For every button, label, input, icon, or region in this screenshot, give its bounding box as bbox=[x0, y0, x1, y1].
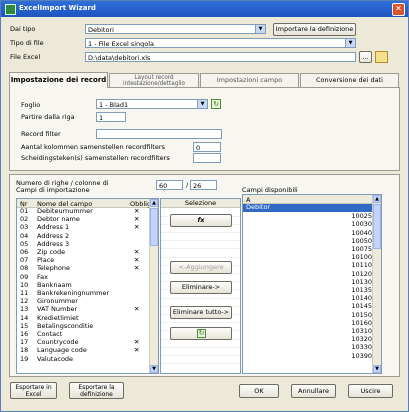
tab-impostazioni-campo[interactable]: Impostazioni campo bbox=[200, 73, 299, 87]
field-nr: 18 bbox=[20, 346, 29, 355]
tipo-di-file-label: Tipo di file bbox=[10, 39, 44, 47]
campi-disponibili-label: Campi disponibili bbox=[242, 186, 298, 194]
list-item[interactable]: 10330 bbox=[243, 344, 375, 352]
list-item[interactable]: Debitor bbox=[243, 203, 375, 212]
record-filter-label: Record filter bbox=[21, 130, 61, 138]
foglio-value: 1 - Blad1 bbox=[99, 101, 129, 109]
required-mark: ✕ bbox=[134, 264, 140, 273]
fields-scrollbar[interactable]: ▲ ▼ bbox=[149, 199, 158, 373]
wizard-window: ExcelImport Wizard ✕ Dai tipo Debitori ▼… bbox=[0, 0, 409, 412]
tipo-di-file-value: 1 - File Excel singola bbox=[88, 40, 155, 48]
partire-value: 1 bbox=[99, 114, 104, 122]
file-excel-label: File Excel bbox=[10, 53, 41, 61]
required-mark: ✕ bbox=[134, 305, 140, 314]
import-fields-list[interactable]: Nr Nome del campo Obblig 01 Debiteurnumme… bbox=[16, 198, 159, 374]
field-nr: 08 bbox=[20, 264, 29, 273]
cols-count-field[interactable]: 26 bbox=[190, 180, 217, 190]
available-rows: Debitor 10025 10030 10040 10050 10075 10100 101… bbox=[243, 203, 375, 373]
aggiungere-button[interactable]: <-Aggiungere bbox=[170, 261, 232, 274]
scheiding-label: Scheidingsteken(s) samenstellen recordfi… bbox=[21, 154, 170, 162]
eliminare-button[interactable]: Eliminare-> bbox=[170, 281, 232, 294]
mapping-panel: Numero di righe / colonne di Campi di im… bbox=[9, 174, 400, 377]
available-fields-list[interactable]: A Debitor 10025 10030 10040 10050 10075 10100 1… bbox=[242, 194, 382, 374]
scroll-up-icon[interactable]: ▲ bbox=[373, 195, 381, 203]
tab-conversione-dati[interactable]: Conversione dei dati bbox=[300, 73, 399, 87]
chevron-down-icon: ▼ bbox=[345, 39, 355, 47]
ok-button[interactable]: OK bbox=[239, 384, 279, 398]
chevron-down-icon: ▼ bbox=[255, 25, 265, 33]
chevron-down-icon: ▼ bbox=[197, 100, 207, 108]
list-item[interactable]: 10390 bbox=[243, 352, 375, 361]
count-separator: / bbox=[186, 181, 189, 189]
required-mark: ✕ bbox=[134, 223, 140, 232]
selezione-cell[interactable] bbox=[161, 356, 240, 365]
esportare-definizione-button[interactable]: Esportare la definizione bbox=[69, 382, 124, 399]
dai-tipo-label: Dai tipo bbox=[10, 25, 36, 33]
eliminare-tutto-button[interactable]: Eliminare tutto-> bbox=[170, 306, 232, 319]
tab-impostazione-record[interactable]: Impostazione dei record bbox=[9, 72, 108, 88]
record-filter-field[interactable] bbox=[96, 129, 222, 139]
field-name: Telephone bbox=[37, 264, 71, 273]
refresh-icon[interactable]: ↻ bbox=[211, 99, 221, 109]
field-name: VAT Number bbox=[37, 305, 78, 314]
foglio-label: Foglio bbox=[21, 101, 41, 109]
scroll-thumb[interactable] bbox=[150, 208, 158, 246]
foglio-select[interactable]: 1 - Blad1 ▼ bbox=[96, 99, 208, 109]
table-row[interactable]: 13 VAT Number ✕ bbox=[17, 306, 152, 314]
aantal-label: Aantal kolommen samenstellen recordfilte… bbox=[21, 143, 165, 151]
table-row[interactable]: 18 Language code ✕ bbox=[17, 347, 152, 355]
list-item[interactable]: 10030 bbox=[243, 221, 375, 229]
browse-button[interactable]: … bbox=[359, 51, 372, 63]
importare-definizione-button[interactable]: Importare la definizione bbox=[273, 23, 356, 36]
field-name: Address 1 bbox=[37, 223, 70, 232]
table-row[interactable]: 03 Address 1 ✕ bbox=[17, 224, 152, 232]
refresh-button[interactable]: ↻ bbox=[170, 327, 232, 340]
fx-icon: fx bbox=[197, 216, 205, 224]
field-nr: 13 bbox=[20, 305, 29, 314]
table-row[interactable]: 19 Valutacode bbox=[17, 354, 152, 364]
rows-count-value: 60 bbox=[159, 182, 168, 190]
dai-tipo-value: Debitori bbox=[88, 26, 114, 34]
scroll-up-icon[interactable]: ▲ bbox=[150, 199, 158, 207]
refresh-icon: ↻ bbox=[197, 329, 206, 338]
field-name: Valutacode bbox=[37, 354, 74, 363]
rows-count-field[interactable]: 60 bbox=[156, 180, 183, 190]
aantal-value: 0 bbox=[196, 144, 201, 152]
aantal-field[interactable]: 0 bbox=[193, 142, 221, 152]
list-item[interactable]: 10110 bbox=[243, 262, 375, 270]
close-icon[interactable]: ✕ bbox=[392, 3, 405, 16]
required-mark: ✕ bbox=[134, 346, 140, 355]
tipo-di-file-select[interactable]: 1 - File Excel singola ▼ bbox=[85, 38, 356, 48]
record-settings-panel: Foglio 1 - Blad1 ▼ ↻ Partire dalla riga … bbox=[9, 87, 400, 171]
dai-tipo-select[interactable]: Debitori ▼ bbox=[85, 24, 266, 34]
field-nr: 03 bbox=[20, 223, 29, 232]
import-fields-rows: 01 Debiteurnummer ✕ 02 Debtor name ✕ 03 Address… bbox=[17, 207, 152, 373]
partire-label: Partire dalla riga bbox=[21, 113, 75, 121]
uscire-button[interactable]: Uscire bbox=[348, 384, 393, 398]
scroll-down-icon[interactable]: ▼ bbox=[373, 365, 381, 373]
table-row[interactable]: 08 Telephone ✕ bbox=[17, 265, 152, 273]
file-excel-field[interactable]: D:\data\debitori.xls bbox=[85, 52, 356, 62]
annullare-button[interactable]: Annullare bbox=[291, 384, 336, 398]
esportare-excel-button[interactable]: Esportare in Excel bbox=[10, 382, 57, 399]
available-scrollbar[interactable]: ▲ ▼ bbox=[372, 195, 381, 373]
formula-button[interactable]: fx bbox=[170, 214, 232, 227]
field-name: Language code bbox=[37, 346, 87, 355]
folder-icon[interactable] bbox=[375, 51, 388, 63]
campi-importazione-label: Campi di importazione bbox=[16, 186, 90, 194]
window-title: ExcelImport Wizard bbox=[19, 4, 96, 12]
list-item[interactable]: 10145 bbox=[243, 303, 375, 311]
cols-count-value: 26 bbox=[193, 182, 202, 190]
scheiding-field[interactable] bbox=[193, 153, 221, 163]
scroll-thumb[interactable] bbox=[373, 204, 381, 249]
title-bar: ExcelImport Wizard ✕ bbox=[1, 1, 408, 17]
file-excel-value: D:\data\debitori.xls bbox=[88, 54, 151, 62]
field-nr: 19 bbox=[20, 354, 29, 363]
scroll-down-icon[interactable]: ▼ bbox=[150, 365, 158, 373]
tab-layout-record[interactable]: Layout record intestazione/dettaglio bbox=[109, 73, 199, 87]
app-icon bbox=[5, 4, 16, 15]
partire-field[interactable]: 1 bbox=[96, 112, 126, 122]
selezione-header[interactable]: Selezione bbox=[161, 199, 240, 208]
